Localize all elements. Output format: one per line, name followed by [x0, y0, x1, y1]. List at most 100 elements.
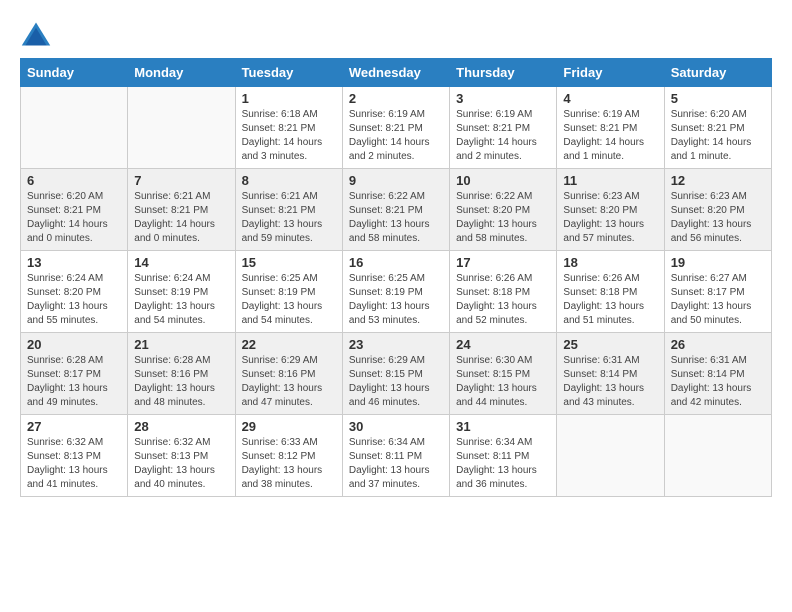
calendar-day-cell: 11 Sunrise: 6:23 AM Sunset: 8:20 PM Dayli… — [557, 169, 664, 251]
day-number: 21 — [134, 337, 228, 352]
day-number: 29 — [242, 419, 336, 434]
weekday-header: Sunday — [21, 59, 128, 87]
calendar-day-cell: 10 Sunrise: 6:22 AM Sunset: 8:20 PM Dayli… — [450, 169, 557, 251]
day-info: Sunrise: 6:22 AM Sunset: 8:21 PM Dayligh… — [349, 190, 443, 246]
calendar-day-cell: 8Sunrise: 6:21 AM Sunset: 8:21 PM Daylig… — [235, 169, 342, 251]
day-info: Sunrise: 6:20 AM Sunset: 8:21 PM Dayligh… — [671, 108, 765, 164]
day-info: Sunrise: 6:19 AM Sunset: 8:21 PM Dayligh… — [349, 108, 443, 164]
day-info: Sunrise: 6:24 AM Sunset: 8:19 PM Dayligh… — [134, 272, 228, 328]
calendar-week-row: 20 Sunrise: 6:28 AM Sunset: 8:17 PM Dayli… — [21, 333, 772, 415]
day-number: 10 — [456, 173, 550, 188]
day-info: Sunrise: 6:24 AM Sunset: 8:20 PM Dayligh… — [27, 272, 121, 328]
day-number: 6 — [27, 173, 121, 188]
day-info: Sunrise: 6:28 AM Sunset: 8:16 PM Dayligh… — [134, 354, 228, 410]
calendar-week-row: 27 Sunrise: 6:32 AM Sunset: 8:13 PM Dayli… — [21, 415, 772, 497]
day-info: Sunrise: 6:21 AM Sunset: 8:21 PM Dayligh… — [134, 190, 228, 246]
weekday-header: Monday — [128, 59, 235, 87]
day-number: 12 — [671, 173, 765, 188]
calendar-day-cell: 26Sunrise: 6:31 AM Sunset: 8:14 PM Dayli… — [664, 333, 771, 415]
day-info: Sunrise: 6:29 AM Sunset: 8:16 PM Dayligh… — [242, 354, 336, 410]
day-number: 9 — [349, 173, 443, 188]
day-info: Sunrise: 6:22 AM Sunset: 8:20 PM Dayligh… — [456, 190, 550, 246]
calendar-day-cell: 18 Sunrise: 6:26 AM Sunset: 8:18 PM Dayli… — [557, 251, 664, 333]
day-number: 3 — [456, 91, 550, 106]
day-number: 28 — [134, 419, 228, 434]
weekday-header: Thursday — [450, 59, 557, 87]
day-number: 25 — [563, 337, 657, 352]
day-number: 24 — [456, 337, 550, 352]
calendar-day-cell: 19Sunrise: 6:27 AM Sunset: 8:17 PM Dayli… — [664, 251, 771, 333]
calendar-day-cell: 21 Sunrise: 6:28 AM Sunset: 8:16 PM Dayli… — [128, 333, 235, 415]
day-number: 7 — [134, 173, 228, 188]
calendar-day-cell: 17 Sunrise: 6:26 AM Sunset: 8:18 PM Dayli… — [450, 251, 557, 333]
calendar-day-cell: 6 Sunrise: 6:20 AM Sunset: 8:21 PM Daylig… — [21, 169, 128, 251]
day-info: Sunrise: 6:20 AM Sunset: 8:21 PM Dayligh… — [27, 190, 121, 246]
calendar-day-cell: 3 Sunrise: 6:19 AM Sunset: 8:21 PM Daylig… — [450, 87, 557, 169]
calendar-day-cell: 1Sunrise: 6:18 AM Sunset: 8:21 PM Daylig… — [235, 87, 342, 169]
calendar-day-cell: 16Sunrise: 6:25 AM Sunset: 8:19 PM Dayli… — [342, 251, 449, 333]
calendar-week-row: 1Sunrise: 6:18 AM Sunset: 8:21 PM Daylig… — [21, 87, 772, 169]
day-number: 20 — [27, 337, 121, 352]
calendar-day-cell: 13 Sunrise: 6:24 AM Sunset: 8:20 PM Dayli… — [21, 251, 128, 333]
day-number: 4 — [563, 91, 657, 106]
day-info: Sunrise: 6:34 AM Sunset: 8:11 PM Dayligh… — [456, 436, 550, 492]
day-info: Sunrise: 6:33 AM Sunset: 8:12 PM Dayligh… — [242, 436, 336, 492]
day-info: Sunrise: 6:30 AM Sunset: 8:15 PM Dayligh… — [456, 354, 550, 410]
calendar-day-cell: 12 Sunrise: 6:23 AM Sunset: 8:20 PM Dayli… — [664, 169, 771, 251]
day-number: 19 — [671, 255, 765, 270]
calendar-day-cell: 23 Sunrise: 6:29 AM Sunset: 8:15 PM Dayli… — [342, 333, 449, 415]
day-number: 18 — [563, 255, 657, 270]
calendar-day-cell: 7 Sunrise: 6:21 AM Sunset: 8:21 PM Daylig… — [128, 169, 235, 251]
day-number: 15 — [242, 255, 336, 270]
day-number: 31 — [456, 419, 550, 434]
calendar-day-cell: 22 Sunrise: 6:29 AM Sunset: 8:16 PM Dayli… — [235, 333, 342, 415]
day-info: Sunrise: 6:19 AM Sunset: 8:21 PM Dayligh… — [563, 108, 657, 164]
day-number: 13 — [27, 255, 121, 270]
logo — [20, 20, 56, 48]
calendar-day-cell: 25 Sunrise: 6:31 AM Sunset: 8:14 PM Dayli… — [557, 333, 664, 415]
calendar-day-cell — [664, 415, 771, 497]
day-number: 27 — [27, 419, 121, 434]
calendar-header-row: SundayMondayTuesdayWednesdayThursdayFrid… — [21, 59, 772, 87]
calendar-day-cell: 31 Sunrise: 6:34 AM Sunset: 8:11 PM Dayli… — [450, 415, 557, 497]
day-number: 2 — [349, 91, 443, 106]
day-info: Sunrise: 6:18 AM Sunset: 8:21 PM Dayligh… — [242, 108, 336, 164]
calendar-day-cell: 2 Sunrise: 6:19 AM Sunset: 8:21 PM Daylig… — [342, 87, 449, 169]
weekday-header: Friday — [557, 59, 664, 87]
day-info: Sunrise: 6:26 AM Sunset: 8:18 PM Dayligh… — [563, 272, 657, 328]
logo-icon — [20, 20, 52, 48]
day-info: Sunrise: 6:25 AM Sunset: 8:19 PM Dayligh… — [242, 272, 336, 328]
calendar-day-cell: 20 Sunrise: 6:28 AM Sunset: 8:17 PM Dayli… — [21, 333, 128, 415]
day-number: 8 — [242, 173, 336, 188]
page-header — [20, 20, 772, 48]
calendar-day-cell: 5Sunrise: 6:20 AM Sunset: 8:21 PM Daylig… — [664, 87, 771, 169]
day-info: Sunrise: 6:32 AM Sunset: 8:13 PM Dayligh… — [134, 436, 228, 492]
day-number: 17 — [456, 255, 550, 270]
day-info: Sunrise: 6:23 AM Sunset: 8:20 PM Dayligh… — [563, 190, 657, 246]
day-number: 22 — [242, 337, 336, 352]
weekday-header: Saturday — [664, 59, 771, 87]
calendar-day-cell: 15 Sunrise: 6:25 AM Sunset: 8:19 PM Dayli… — [235, 251, 342, 333]
weekday-header: Tuesday — [235, 59, 342, 87]
day-info: Sunrise: 6:23 AM Sunset: 8:20 PM Dayligh… — [671, 190, 765, 246]
day-info: Sunrise: 6:29 AM Sunset: 8:15 PM Dayligh… — [349, 354, 443, 410]
calendar-day-cell — [21, 87, 128, 169]
calendar-week-row: 6 Sunrise: 6:20 AM Sunset: 8:21 PM Daylig… — [21, 169, 772, 251]
day-number: 23 — [349, 337, 443, 352]
calendar-day-cell: 29 Sunrise: 6:33 AM Sunset: 8:12 PM Dayli… — [235, 415, 342, 497]
day-info: Sunrise: 6:28 AM Sunset: 8:17 PM Dayligh… — [27, 354, 121, 410]
day-info: Sunrise: 6:31 AM Sunset: 8:14 PM Dayligh… — [563, 354, 657, 410]
weekday-header: Wednesday — [342, 59, 449, 87]
calendar-body: 1Sunrise: 6:18 AM Sunset: 8:21 PM Daylig… — [21, 87, 772, 497]
day-info: Sunrise: 6:34 AM Sunset: 8:11 PM Dayligh… — [349, 436, 443, 492]
calendar-week-row: 13 Sunrise: 6:24 AM Sunset: 8:20 PM Dayli… — [21, 251, 772, 333]
day-info: Sunrise: 6:26 AM Sunset: 8:18 PM Dayligh… — [456, 272, 550, 328]
calendar-day-cell: 4 Sunrise: 6:19 AM Sunset: 8:21 PM Daylig… — [557, 87, 664, 169]
day-number: 11 — [563, 173, 657, 188]
calendar-day-cell: 9 Sunrise: 6:22 AM Sunset: 8:21 PM Daylig… — [342, 169, 449, 251]
day-info: Sunrise: 6:19 AM Sunset: 8:21 PM Dayligh… — [456, 108, 550, 164]
calendar-day-cell: 14 Sunrise: 6:24 AM Sunset: 8:19 PM Dayli… — [128, 251, 235, 333]
calendar-day-cell — [557, 415, 664, 497]
calendar-day-cell — [128, 87, 235, 169]
day-number: 14 — [134, 255, 228, 270]
